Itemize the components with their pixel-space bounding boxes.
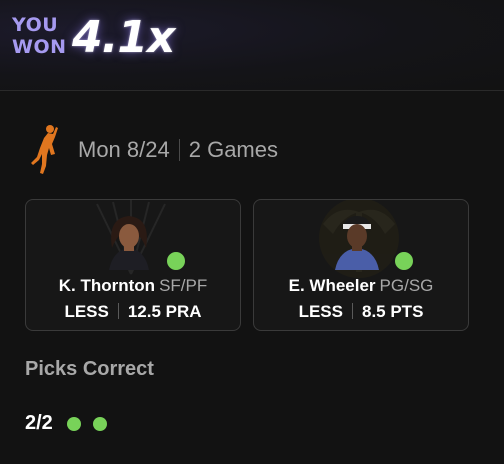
divider xyxy=(117,303,119,319)
player-name: E. Wheeler xyxy=(288,276,376,295)
you-won-label: YOU WON xyxy=(12,14,67,58)
player-name-line: E. Wheeler PG/SG xyxy=(254,276,468,296)
pick-line-value: 8.5 PTS xyxy=(361,302,424,321)
player-avatar xyxy=(335,216,379,270)
game-date: Mon 8/24 xyxy=(78,137,170,162)
pick-detail-line: LESS 8.5 PTS xyxy=(254,302,468,322)
correct-status-icon xyxy=(393,250,415,272)
pick-result-icon xyxy=(92,416,107,431)
divider xyxy=(351,303,353,319)
payout-multiplier: 4.1x xyxy=(72,12,175,63)
divider xyxy=(178,139,180,161)
player-name: K. Thornton xyxy=(58,276,156,295)
pick-line-value: 12.5 PRA xyxy=(127,302,202,321)
correct-status-icon xyxy=(165,250,187,272)
pick-detail-line: LESS 12.5 PRA xyxy=(26,302,240,322)
game-count: 2 Games xyxy=(188,137,278,162)
pick-direction: LESS xyxy=(298,302,343,321)
picks-correct-count: 2/2 xyxy=(25,412,53,434)
game-info-row: Mon 8/24 2 Games xyxy=(30,125,278,174)
pick-card-k-thornton[interactable]: K. Thornton SF/PF LESS 12.5 PRA xyxy=(25,199,241,331)
player-avatar xyxy=(109,216,149,270)
pick-result-icon xyxy=(66,416,81,431)
results-header: YOU WON 4.1x xyxy=(0,0,504,91)
picks-correct-row: 2/2 xyxy=(25,412,119,435)
player-position: PG/SG xyxy=(379,276,434,295)
player-position: SF/PF xyxy=(159,276,208,295)
you-text: YOU xyxy=(12,14,59,36)
player-name-line: K. Thornton SF/PF xyxy=(26,276,240,296)
won-text: WON xyxy=(12,36,67,58)
picks-correct-title: Picks Correct xyxy=(25,358,154,380)
pick-direction: LESS xyxy=(64,302,109,321)
wnba-logo-icon xyxy=(31,125,58,174)
pick-card-e-wheeler[interactable]: E. Wheeler PG/SG LESS 8.5 PTS xyxy=(253,199,469,331)
